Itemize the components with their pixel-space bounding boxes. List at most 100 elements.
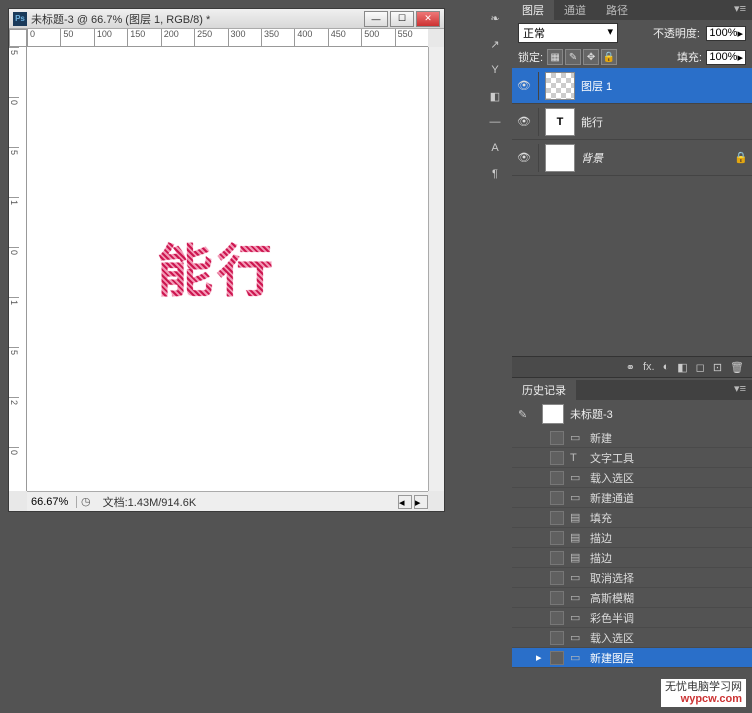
tab-layers[interactable]: 图层	[512, 0, 554, 20]
history-step[interactable]: ▭彩色半调	[512, 608, 752, 628]
fill-input[interactable]: 100%▸	[706, 50, 746, 65]
history-brush-target[interactable]	[550, 471, 564, 485]
history-brush-target[interactable]	[550, 571, 564, 585]
layer-thumbnail[interactable]: T	[545, 108, 575, 136]
history-step[interactable]: ▤描边	[512, 548, 752, 568]
history-brush-target[interactable]	[550, 591, 564, 605]
history-brush-target[interactable]	[550, 451, 564, 465]
history-step[interactable]: ▭载入选区	[512, 628, 752, 648]
canvas[interactable]: 能行	[27, 47, 428, 491]
history-step-icon: T	[570, 452, 584, 464]
history-step-icon: ▭	[570, 491, 584, 504]
history-step[interactable]: ▤描边	[512, 528, 752, 548]
history-step-icon: ▤	[570, 531, 584, 544]
layer-row[interactable]: 👁 T 能行	[512, 104, 752, 140]
layer-action-icon[interactable]: ◐	[663, 361, 670, 373]
history-step[interactable]: ▤填充	[512, 508, 752, 528]
collapsed-panel-icon[interactable]: ◧	[485, 86, 505, 106]
scrollbar-vertical[interactable]	[428, 47, 444, 491]
title-bar[interactable]: Ps 未标题-3 @ 66.7% (图层 1, RGB/8) * — ☐ ✕	[9, 9, 444, 29]
ruler-vertical[interactable]: 50510152025	[9, 47, 27, 491]
ruler-origin[interactable]	[9, 29, 27, 47]
layer-name[interactable]: 背景	[581, 150, 603, 166]
history-step[interactable]: T文字工具	[512, 448, 752, 468]
ruler-tick: 500	[361, 29, 394, 46]
tab-paths[interactable]: 路径	[596, 0, 638, 20]
history-brush-target[interactable]	[550, 511, 564, 525]
history-brush-target[interactable]	[550, 611, 564, 625]
history-step[interactable]: ▸▭新建图层	[512, 648, 752, 668]
lock-option-icon[interactable]: ✥	[583, 49, 599, 65]
ruler-horizontal[interactable]: 050100150200250300350400450500550	[27, 29, 428, 47]
history-step-label: 新建图层	[590, 650, 634, 666]
layer-action-icon[interactable]: ◧	[677, 361, 687, 373]
visibility-eye-icon[interactable]: 👁	[516, 150, 532, 166]
lock-option-icon[interactable]: ✎	[565, 49, 581, 65]
scroll-right-button[interactable]: ▸	[414, 495, 428, 509]
visibility-eye-icon[interactable]: 👁	[516, 114, 532, 130]
panel-menu-icon[interactable]: ▾≡	[728, 0, 752, 20]
ruler-tick: 250	[194, 29, 227, 46]
layer-action-icon[interactable]: fx.	[643, 361, 655, 373]
ruler-tick: 5	[9, 147, 19, 197]
blend-mode-select[interactable]: 正常▾	[518, 23, 618, 43]
maximize-button[interactable]: ☐	[390, 11, 414, 27]
snapshot-thumbnail	[542, 404, 564, 424]
lock-option-icon[interactable]: 🔒	[601, 49, 617, 65]
tab-history[interactable]: 历史记录	[512, 380, 576, 400]
layers-empty-area[interactable]	[512, 176, 752, 356]
collapsed-panel-icon[interactable]: ↗	[485, 34, 505, 54]
history-brush-target[interactable]	[550, 531, 564, 545]
ruler-tick: 100	[94, 29, 127, 46]
history-brush-target[interactable]	[550, 651, 564, 665]
opacity-label: 不透明度:	[653, 25, 700, 41]
history-step[interactable]: ▭载入选区	[512, 468, 752, 488]
collapsed-panel-icon[interactable]: —	[485, 112, 505, 132]
minimize-button[interactable]: —	[364, 11, 388, 27]
history-step-icon: ▭	[570, 591, 584, 604]
history-step-icon: ▭	[570, 431, 584, 444]
layer-action-icon[interactable]: ◻	[696, 361, 705, 373]
visibility-eye-icon[interactable]: 👁	[516, 78, 532, 94]
zoom-input[interactable]: 66.67%	[27, 496, 77, 508]
lock-option-icon[interactable]: ▦	[547, 49, 563, 65]
layer-action-icon[interactable]: 🗑	[730, 361, 744, 373]
history-step[interactable]: ▭取消选择	[512, 568, 752, 588]
layer-action-icon[interactable]: ⊡	[713, 361, 722, 373]
opacity-input[interactable]: 100%▸	[706, 26, 746, 41]
ruler-tick: 1	[9, 297, 19, 347]
history-brush-target[interactable]	[550, 431, 564, 445]
history-brush-target[interactable]	[550, 631, 564, 645]
history-step-label: 新建通道	[590, 490, 634, 506]
layer-row[interactable]: 👁背景🔒	[512, 140, 752, 176]
tab-channels[interactable]: 通道	[554, 0, 596, 20]
history-step-icon: ▭	[570, 571, 584, 584]
history-step[interactable]: ▭高斯模糊	[512, 588, 752, 608]
panel-menu-icon[interactable]: ▾≡	[728, 380, 752, 400]
history-brush-target[interactable]	[550, 491, 564, 505]
history-brush-icon[interactable]: ✎	[518, 408, 536, 421]
doc-size-icon[interactable]: ◷	[77, 495, 95, 508]
collapsed-panel-icon[interactable]: Y	[485, 60, 505, 80]
layer-name[interactable]: 图层 1	[581, 78, 612, 94]
document-info[interactable]: 文档:1.43M/914.6K	[95, 494, 205, 510]
history-step[interactable]: ▭ 新建通道	[512, 488, 752, 508]
history-snapshot[interactable]: ✎ 未标题-3	[512, 400, 752, 428]
layer-name[interactable]: 能行	[581, 114, 603, 130]
history-step[interactable]: ▭新建	[512, 428, 752, 448]
collapsed-panel-icon[interactable]: A	[485, 138, 505, 158]
ruler-tick: 150	[127, 29, 160, 46]
collapsed-panel-icon[interactable]: ❧	[485, 8, 505, 28]
snapshot-name: 未标题-3	[570, 406, 613, 422]
layer-row[interactable]: 👁 图层 1	[512, 68, 752, 104]
history-brush-target[interactable]	[550, 551, 564, 565]
layer-thumbnail[interactable]	[545, 144, 575, 172]
lock-label: 锁定:	[518, 49, 543, 65]
close-button[interactable]: ✕	[416, 11, 440, 27]
collapsed-panel-icon[interactable]: ¶	[485, 164, 505, 184]
history-step-icon: ▤	[570, 551, 584, 564]
history-current-indicator: ▸	[536, 651, 544, 664]
layer-action-icon[interactable]: ⚭	[626, 361, 635, 373]
scroll-left-button[interactable]: ◂	[398, 495, 412, 509]
layer-thumbnail[interactable]	[545, 72, 575, 100]
